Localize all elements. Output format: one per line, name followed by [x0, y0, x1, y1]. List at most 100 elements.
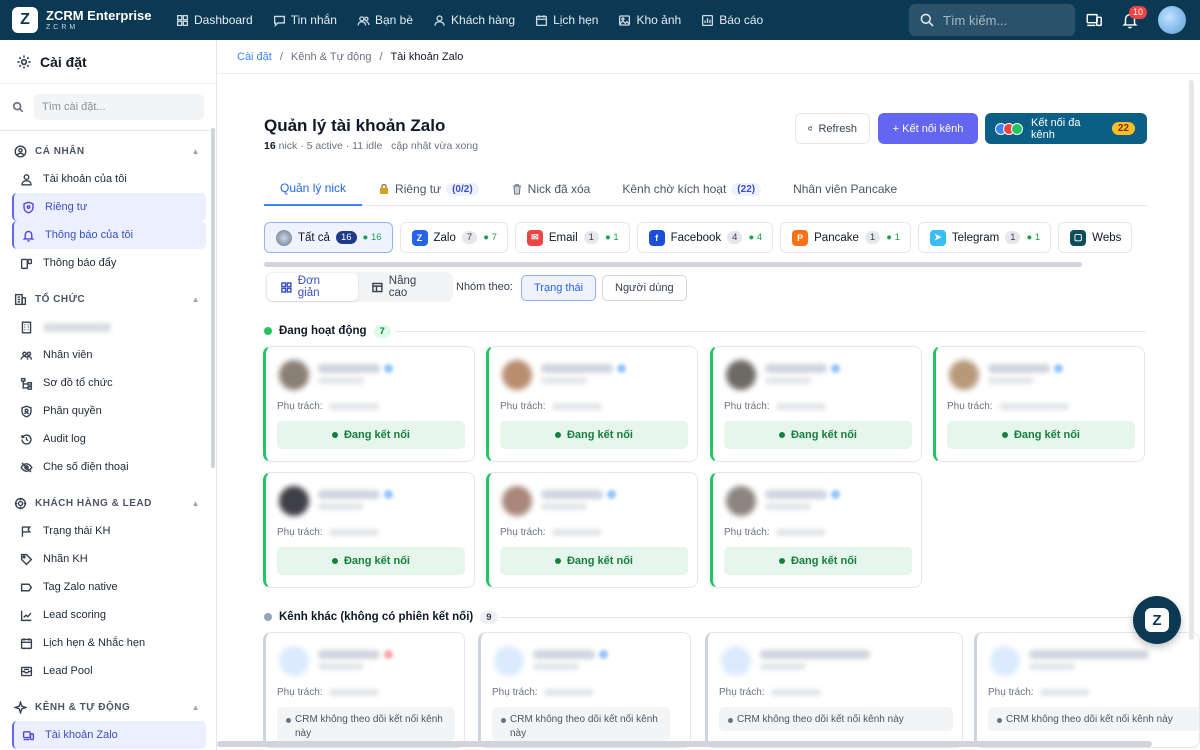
sidebar-item-appointments[interactable]: Lịch hẹn & Nhắc hẹn — [12, 629, 206, 657]
chip-total: 1 — [583, 231, 599, 244]
sidebar-item-my-account[interactable]: Tài khoản của tôi — [12, 165, 206, 193]
sidebar-item-org-chart[interactable]: Sơ đồ tổ chức — [12, 369, 206, 397]
channel-card[interactable]: Phụ trách: CRM không theo dõi kết nối kên… — [263, 632, 465, 748]
nav-friends[interactable]: Bạn bè — [347, 0, 423, 40]
refresh-button[interactable]: Refresh — [795, 113, 870, 144]
account-card[interactable]: Phụ trách: Đang kết nối — [263, 346, 475, 462]
tab-manage-nick[interactable]: Quản lý nick — [264, 172, 363, 206]
sidebar-item-zalo-accounts[interactable]: Tài khoản Zalo — [12, 721, 206, 749]
account-id-blurred — [318, 503, 364, 510]
sidebar-item-zalo-tags[interactable]: Tag Zalo native — [12, 573, 206, 601]
group-by-status-button[interactable]: Trạng thái — [521, 275, 597, 301]
account-card[interactable]: Phụ trách: Đang kết nối — [710, 472, 922, 588]
channel-chip-email[interactable]: ✉ Email 1 ● 1 — [514, 222, 630, 253]
sidebar-item-my-notifications[interactable]: Thông báo của tôi — [12, 221, 206, 249]
flag-icon — [21, 525, 32, 537]
chat-assistant-button[interactable]: Z — [1133, 596, 1181, 644]
account-card[interactable]: Phụ trách: Đang kết nối — [263, 472, 475, 588]
sidebar-item-lead-pool[interactable]: Lead Pool — [12, 657, 206, 685]
section-channels[interactable]: KÊNH & TỰ ĐỘNG ▲ — [0, 693, 216, 721]
channel-name-blurred — [533, 650, 595, 659]
global-search[interactable]: Tìm kiếm... — [909, 4, 1075, 36]
account-name-blurred — [988, 364, 1050, 373]
breadcrumb-separator: / — [379, 50, 383, 63]
divider — [395, 331, 1146, 332]
nav-calendar[interactable]: Lịch hẹn — [525, 0, 608, 40]
channel-chip-pancake[interactable]: P Pancake 1 ● 1 — [780, 222, 911, 253]
nav-dashboard[interactable]: Dashboard — [166, 0, 263, 40]
channel-chip-zalo[interactable]: Z Zalo 7 ● 7 — [399, 222, 508, 253]
channel-filter-scrollbar[interactable] — [264, 262, 1082, 267]
sidebar-scrollbar[interactable] — [211, 128, 215, 468]
chevron-up-icon: ▲ — [191, 702, 200, 712]
tab-pancake-staff[interactable]: Nhân viên Pancake — [777, 172, 913, 206]
sidebar-item-customer-status[interactable]: Trạng thái KH — [12, 517, 206, 545]
section-organization[interactable]: TỔ CHỨC ▲ — [0, 285, 216, 313]
channel-card[interactable]: Phụ trách: CRM không theo dõi kết nối kên… — [974, 632, 1200, 748]
multi-count-badge: 22 — [1111, 122, 1135, 135]
nav-reports[interactable]: Báo cáo — [691, 0, 773, 40]
chip-total: 7 — [461, 231, 478, 244]
main-horizontal-scrollbar[interactable] — [217, 741, 1152, 747]
multi-channel-button[interactable]: Kết nối đa kênh 22 — [985, 113, 1147, 144]
sidebar-item-audit-log[interactable]: Audit log — [12, 425, 206, 453]
channel-card[interactable]: Phụ trách: CRM không theo dõi kết nối kên… — [705, 632, 963, 748]
view-advanced-button[interactable]: Nâng cao — [358, 273, 451, 301]
sidebar-item-permissions[interactable]: Phân quyền — [12, 397, 206, 425]
sparkle-icon — [14, 700, 27, 714]
sidebar-item-customer-labels[interactable]: Nhãn KH — [12, 545, 206, 573]
chip-label: Zalo — [433, 231, 456, 244]
channel-chip-facebook[interactable]: f Facebook 4 ● 4 — [636, 222, 774, 253]
brand-sub: ZCRM — [46, 24, 79, 31]
sidebar-item-employees[interactable]: Nhân viên — [12, 341, 206, 369]
tab-pending-channels[interactable]: Kênh chờ kích hoạt (22) — [606, 172, 777, 206]
breadcrumb-channels[interactable]: Kênh & Tự động — [291, 51, 372, 63]
group-by-user-button[interactable]: Người dùng — [602, 275, 687, 301]
channel-card[interactable]: Phụ trách: CRM không theo dõi kết nối kên… — [478, 632, 691, 748]
nav-images[interactable]: Kho ảnh — [608, 0, 691, 40]
channel-chip-all[interactable]: Tất cả 16 ● 16 — [264, 222, 393, 253]
tag-icon — [20, 553, 33, 565]
owner-blurred — [544, 689, 594, 696]
sidebar-item-organization[interactable] — [12, 313, 206, 341]
globe-icon — [276, 229, 292, 246]
sidebar-item-privacy[interactable]: Riêng tư — [12, 193, 206, 221]
account-card[interactable]: Phụ trách: Đang kết nối — [933, 346, 1145, 462]
avatar — [721, 646, 751, 676]
group-header-active: Đang hoạt động 7 — [264, 323, 391, 339]
sidebar-item-push-notifications[interactable]: Thông báo đẩy — [12, 249, 206, 277]
breadcrumb-settings[interactable]: Cài đặt — [237, 51, 272, 63]
channel-chip-telegram[interactable]: ➤ Telegram 1 ● 1 — [917, 222, 1052, 253]
breadcrumb: Cài đặt / Kênh & Tự động / Tài khoản Zal… — [217, 40, 1200, 74]
group-by-label: Nhóm theo: — [456, 281, 513, 293]
sidebar-search-input[interactable] — [34, 94, 204, 120]
nav-label: Tin nhắn — [290, 13, 337, 27]
eye-off-icon — [20, 462, 33, 472]
channel-chip-website[interactable]: ▢ Webs — [1058, 222, 1133, 253]
sidebar-item-hide-phone[interactable]: Che số điện thoại — [12, 453, 206, 481]
account-card[interactable]: Phụ trách: Đang kết nối — [710, 346, 922, 462]
user-avatar[interactable] — [1158, 6, 1186, 34]
channel-id-blurred — [760, 663, 806, 670]
view-simple-button[interactable]: Đơn giản — [267, 273, 358, 301]
settings-sidebar: Cài đặt CÁ NHÂN ▲ Tài khoản của tôi Riên… — [0, 40, 217, 750]
owner-blurred — [999, 403, 1069, 410]
brand[interactable]: Z ZCRM Enterprise ZCRM — [0, 7, 166, 33]
gear-icon — [17, 55, 31, 68]
devices-button[interactable] — [1085, 11, 1103, 29]
nav-customers[interactable]: Khách hàng — [423, 0, 525, 40]
connect-channel-button[interactable]: + Kết nối kênh — [878, 113, 978, 144]
nav-messages[interactable]: Tin nhắn — [263, 0, 347, 40]
breadcrumb-separator: / — [279, 50, 283, 63]
owner-blurred — [329, 403, 379, 410]
sidebar-item-lead-scoring[interactable]: Lead scoring — [12, 601, 206, 629]
account-card[interactable]: Phụ trách: Đang kết nối — [486, 346, 698, 462]
tab-privacy[interactable]: Riêng tư (0/2) — [362, 172, 495, 206]
verified-icon — [384, 364, 393, 373]
section-customers[interactable]: KHÁCH HÀNG & LEAD ▲ — [0, 489, 216, 517]
main-vertical-scrollbar[interactable] — [1189, 80, 1194, 640]
account-card[interactable]: Phụ trách: Đang kết nối — [486, 472, 698, 588]
sidebar-item-label: Sơ đồ tổ chức — [43, 377, 113, 389]
tab-deleted-nick[interactable]: Nick đã xóa — [495, 172, 607, 206]
section-personal[interactable]: CÁ NHÂN ▲ — [0, 137, 216, 165]
